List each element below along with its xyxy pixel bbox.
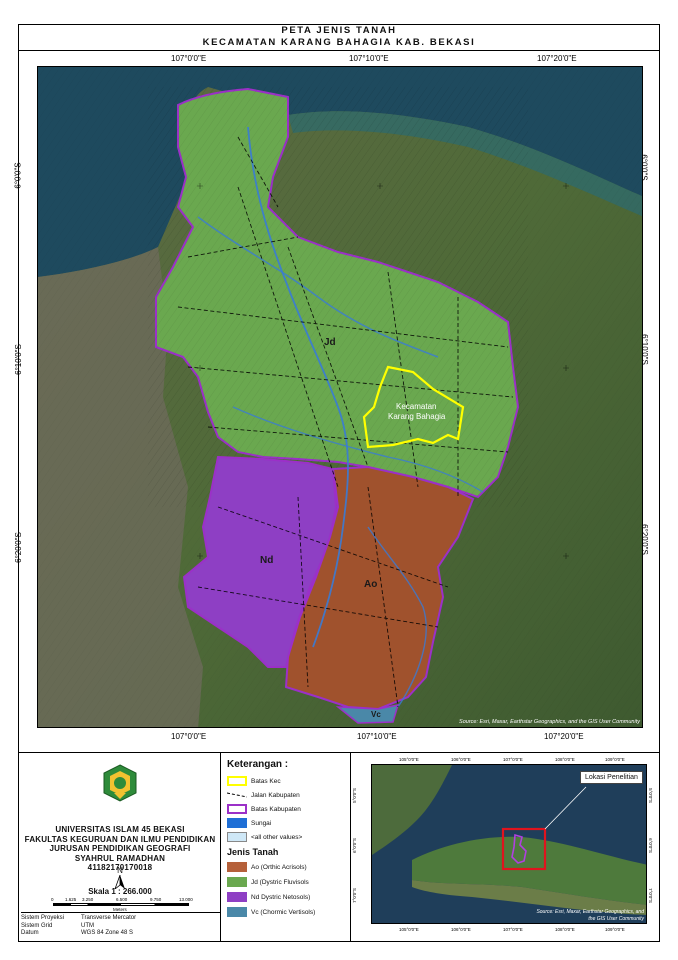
inset-left-2: 6°0'0"S	[351, 838, 357, 853]
legend-soil-nd: Nd Dystric Netosols)	[227, 891, 310, 903]
scale-label: Skala 1 : 266.000	[88, 887, 152, 896]
map-sheet: PETA JENIS TANAH KECAMATAN KARANG BAHAGI…	[14, 24, 660, 942]
proj-val-2: UTM	[81, 922, 94, 929]
inset-top-4: 108°0'0"E	[555, 757, 575, 762]
scale-tick-0: 0	[51, 897, 54, 902]
label-kecamatan-2: Karang Bahagia	[388, 412, 446, 421]
label-kecamatan-1: Kecamatan	[396, 402, 436, 411]
legend-swatch-jd	[227, 877, 247, 887]
university-name: UNIVERSITAS ISLAM 45 BEKASI	[55, 825, 185, 834]
info-panel: UNIVERSITAS ISLAM 45 BEKASI FAKULTAS KEG…	[19, 753, 221, 942]
inset-top-1: 105°0'0"E	[399, 757, 419, 762]
grid-left-2: 6°10'0"S	[13, 344, 23, 375]
grid-top-2: 107°10'0"E	[349, 54, 389, 63]
inset-map-svg: Source: Esri, Maxar, Earthstar Geographi…	[372, 765, 646, 923]
faculty-name: FAKULTAS KEGURUAN DAN ILMU PENDIDIKAN	[24, 834, 216, 844]
grid-left-1: 6°0'0"S	[13, 162, 23, 189]
inset-panel: 105°0'0"E 106°0'0"E 107°0'0"E 108°0'0"E …	[351, 753, 659, 942]
map-title: PETA JENIS TANAH	[281, 25, 397, 36]
legend-label-vc: Vc (Chormic Vertisols)	[251, 908, 316, 916]
legend-swatch-ao	[227, 862, 247, 872]
proj-key-1: Sistem Proyeksi	[21, 915, 65, 921]
legend-swatch-kec	[227, 776, 247, 786]
inset-map[interactable]: Source: Esri, Maxar, Earthstar Geographi…	[371, 764, 647, 924]
legend-item-other: <all other values>	[227, 831, 302, 843]
proj-val-1: Transverse Mercator	[81, 915, 137, 921]
legend-label-sungai: Sungai	[251, 819, 272, 827]
inset-right-1: 5°0'0"S	[647, 788, 653, 803]
legend-swatch-kab	[227, 804, 247, 814]
legend-swatch-sungai	[227, 818, 247, 828]
inset-bottom-2: 106°0'0"E	[451, 927, 471, 932]
legend-label-nd: Nd Dystric Netosols)	[251, 893, 311, 901]
label-nd: Nd	[260, 555, 273, 566]
legend-label-jd: Jd (Dystric Fluvisols	[251, 878, 309, 886]
inset-right-3: 7°0'0"S	[647, 888, 653, 903]
inset-top-2: 106°0'0"E	[451, 757, 471, 762]
inset-bottom-5: 109°0'0"E	[605, 927, 625, 932]
scale-tick-5: 13.000	[179, 897, 193, 902]
legend-swatch-jalan	[227, 792, 247, 798]
inset-top-5: 109°0'0"E	[605, 757, 625, 762]
grid-top-3: 107°20'0"E	[537, 54, 577, 63]
legend-soil-vc: Vc (Chormic Vertisols)	[227, 906, 315, 918]
legend-label-jalan: Jalan Kabupaten	[251, 791, 300, 799]
author-name: SYAHRUL RAMADHAN	[74, 853, 166, 863]
proj-key-2: Sistem Grid	[21, 922, 53, 929]
legend-soil-jd: Jd (Dystric Fluvisols	[227, 876, 309, 888]
inset-top-3: 107°0'0"E	[503, 757, 523, 762]
legend-label-ao: Ao (Orthic Acrisols)	[251, 863, 307, 871]
inset-bottom-3: 107°0'0"E	[503, 927, 523, 932]
label-vc: Vc	[371, 710, 381, 719]
proj-key-3: Datum	[21, 930, 39, 936]
inset-left-1: 5°0'0"S	[351, 788, 357, 803]
legend-item-batas-kec: Batas Kec	[227, 775, 281, 787]
legend-label-kec: Batas Kec	[251, 777, 281, 785]
legend-swatch-other	[227, 832, 247, 842]
projection-info: Sistem Proyeksi Transverse Mercator Siste…	[21, 912, 221, 938]
grid-bottom-3: 107°20'0"E	[544, 732, 584, 741]
inset-location-label: Lokasi Penelitian	[580, 771, 643, 784]
legend-item-sungai: Sungai	[227, 817, 271, 829]
map-credit: Source: Esri, Maxar, Earthstar Geographi…	[459, 719, 641, 725]
north-label: N	[117, 866, 123, 875]
legend-panel: Keterangan : Batas Kec Jalan Kabupaten B…	[221, 753, 351, 942]
grid-bottom-1: 107°0'0"E	[171, 732, 207, 741]
scale-bar: 0 1.625 3.250 6.500 9.750 13.000 Meters	[51, 897, 193, 912]
inset-credit-1: Source: Esri, Maxar, Earthstar Geographi…	[536, 909, 644, 915]
title-box: PETA JENIS TANAH KECAMATAN KARANG BAHAGI…	[19, 25, 659, 51]
grid-bottom-2: 107°10'0"E	[357, 732, 397, 741]
proj-val-3: WGS 84 Zone 48 S	[81, 930, 134, 936]
legend-item-batas-kab: Batas Kabupaten	[227, 803, 301, 815]
grid-top-1: 107°0'0"E	[171, 54, 207, 63]
department-name: JURUSAN PENDIDIKAN GEOGRAFI	[49, 844, 191, 853]
legend-item-jalan: Jalan Kabupaten	[227, 789, 300, 801]
legend-title: Keterangan :	[227, 759, 289, 770]
legend-soil-ao: Ao (Orthic Acrisols)	[227, 861, 307, 873]
inset-bottom-1: 105°0'0"E	[399, 927, 419, 932]
legend-label-other: <all other values>	[251, 833, 303, 841]
bottom-panel: UNIVERSITAS ISLAM 45 BEKASI FAKULTAS KEG…	[19, 752, 659, 942]
scale-tick-4: 9.750	[150, 897, 162, 902]
scale-tick-1: 1.625	[65, 897, 77, 902]
legend-soil-title: Jenis Tanah	[227, 847, 279, 857]
label-ao: Ao	[364, 579, 377, 590]
legend-label-kab: Batas Kabupaten	[251, 805, 301, 813]
inset-bottom-4: 108°0'0"E	[555, 927, 575, 932]
legend-swatch-vc	[227, 907, 247, 917]
legend-swatch-nd	[227, 892, 247, 902]
inset-right-2: 6°0'0"S	[647, 838, 653, 853]
scale-tick-3: 6.500	[116, 897, 128, 902]
label-jd: Jd	[324, 337, 336, 348]
scale-tick-2: 3.250	[82, 897, 94, 902]
university-logo	[103, 764, 137, 802]
main-map[interactable]: Jd Nd Ao Vc Kecamatan Karang Bahagia Sou…	[37, 66, 643, 728]
map-subtitle: KECAMATAN KARANG BAHAGIA KAB. BEKASI	[202, 37, 476, 48]
grid-left-3: 6°20'0"S	[13, 532, 23, 563]
inset-credit-2: the GIS User Community	[588, 916, 644, 922]
inset-left-3: 7°0'0"S	[351, 888, 357, 903]
